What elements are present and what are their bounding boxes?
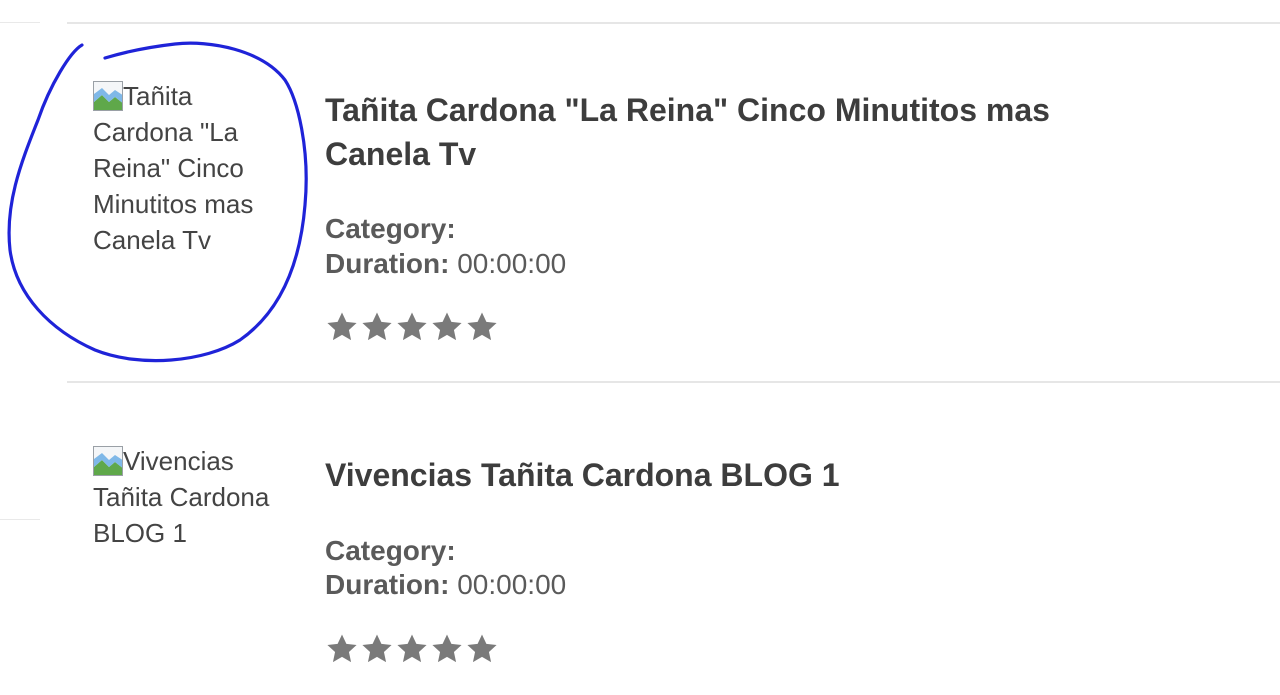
- video-category: Category:: [325, 533, 456, 569]
- video-thumbnail[interactable]: Tañita Cardona "La Reina" Cinco Minutito…: [93, 78, 293, 258]
- star-icon[interactable]: [360, 310, 394, 344]
- left-edge-line: [0, 22, 40, 23]
- left-edge-line: [0, 519, 40, 520]
- duration-label: Duration:: [325, 569, 450, 600]
- star-rating[interactable]: [325, 632, 500, 668]
- video-thumbnail[interactable]: Vivencias Tañita Cardona BLOG 1: [93, 443, 293, 551]
- video-title-link[interactable]: Vivencias Tañita Cardona BLOG 1: [325, 453, 1105, 497]
- list-divider: [67, 381, 1280, 383]
- duration-label: Duration:: [325, 248, 450, 279]
- video-title-link[interactable]: Tañita Cardona "La Reina" Cinco Minutito…: [325, 88, 1105, 176]
- broken-image-icon: [93, 81, 123, 111]
- star-icon[interactable]: [395, 632, 429, 666]
- duration-value: 00:00:00: [457, 248, 567, 279]
- star-icon[interactable]: [430, 632, 464, 666]
- duration-value: 00:00:00: [457, 569, 567, 600]
- video-duration: Duration: 00:00:00: [325, 246, 566, 282]
- star-icon[interactable]: [360, 632, 394, 666]
- video-list-page: Tañita Cardona "La Reina" Cinco Minutito…: [0, 0, 1280, 695]
- video-category: Category:: [325, 211, 456, 247]
- category-label: Category:: [325, 535, 456, 566]
- star-icon[interactable]: [465, 632, 499, 666]
- category-label: Category:: [325, 213, 456, 244]
- star-icon[interactable]: [325, 310, 359, 344]
- star-icon[interactable]: [325, 632, 359, 666]
- star-icon[interactable]: [430, 310, 464, 344]
- star-rating[interactable]: [325, 310, 500, 346]
- broken-image-icon: [93, 446, 123, 476]
- list-divider: [67, 22, 1280, 24]
- video-duration: Duration: 00:00:00: [325, 567, 566, 603]
- star-icon[interactable]: [395, 310, 429, 344]
- star-icon[interactable]: [465, 310, 499, 344]
